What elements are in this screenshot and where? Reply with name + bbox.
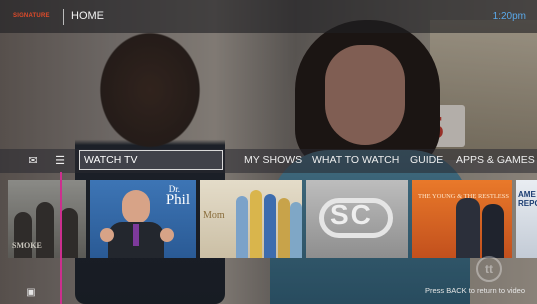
tile-label: Phil [165, 192, 190, 208]
tile-figure [456, 198, 480, 258]
tile-figure [250, 190, 262, 258]
tile-figure [278, 198, 290, 258]
nav-apps-and-games[interactable]: APPS & GAMES [456, 154, 535, 166]
page-title: HOME [71, 10, 104, 22]
tile-label: Mom [203, 210, 225, 221]
brand-logo: SIGNATURE [13, 13, 50, 19]
show-tile-young-and-restless[interactable]: THE YOUNG & THE RESTLESS [412, 180, 512, 258]
show-carousel: SMOKE Dr. Phil Mom SC THE YOUNG & THE RE… [0, 180, 537, 258]
tile-figure [36, 202, 54, 258]
focus-indicator-line [60, 172, 62, 304]
show-tile-sportscenter[interactable]: SC [306, 180, 408, 258]
clock-time: 1:20pm [492, 11, 526, 22]
nav-guide[interactable]: GUIDE [410, 154, 443, 166]
tile-host-hand [160, 228, 174, 242]
tile-label: SC [330, 199, 373, 230]
channel-watermark: tt [476, 256, 502, 282]
watch-tv-label: WATCH TV [84, 154, 138, 166]
mail-icon[interactable]: ✉ [26, 153, 40, 167]
tile-host-tie [133, 224, 139, 246]
tv-icon[interactable]: ▣ [25, 286, 37, 298]
hamburger-menu-icon[interactable]: ☰ [53, 153, 67, 167]
tile-figure [236, 196, 248, 258]
tile-label: AME REPO [518, 190, 537, 208]
show-tile-smoke[interactable]: SMOKE [8, 180, 86, 258]
tile-host-head [122, 190, 150, 224]
tile-figure [264, 194, 276, 258]
tile-host-hand [100, 228, 114, 242]
watch-tv-menu-item[interactable]: WATCH TV [79, 150, 223, 170]
nav-my-shows[interactable]: MY SHOWS [244, 154, 302, 166]
tile-figure [290, 202, 302, 258]
show-tile-american-report[interactable]: AME REPO [516, 180, 537, 258]
show-tile-mom[interactable]: Mom [200, 180, 302, 258]
tile-figure [14, 212, 32, 258]
tile-label: SMOKE [12, 241, 42, 250]
nav-what-to-watch[interactable]: WHAT TO WATCH [312, 154, 399, 166]
return-to-video-hint: Press BACK to return to video [424, 286, 525, 295]
main-menu-bar: ✉ ☰ WATCH TV MY SHOWS WHAT TO WATCH GUID… [0, 149, 537, 173]
top-header: SIGNATURE HOME 1:20pm [0, 0, 537, 33]
show-tile-dr-phil[interactable]: Dr. Phil [90, 180, 196, 258]
header-divider [63, 9, 64, 25]
tile-figure [482, 204, 504, 258]
tile-figure [60, 208, 78, 258]
